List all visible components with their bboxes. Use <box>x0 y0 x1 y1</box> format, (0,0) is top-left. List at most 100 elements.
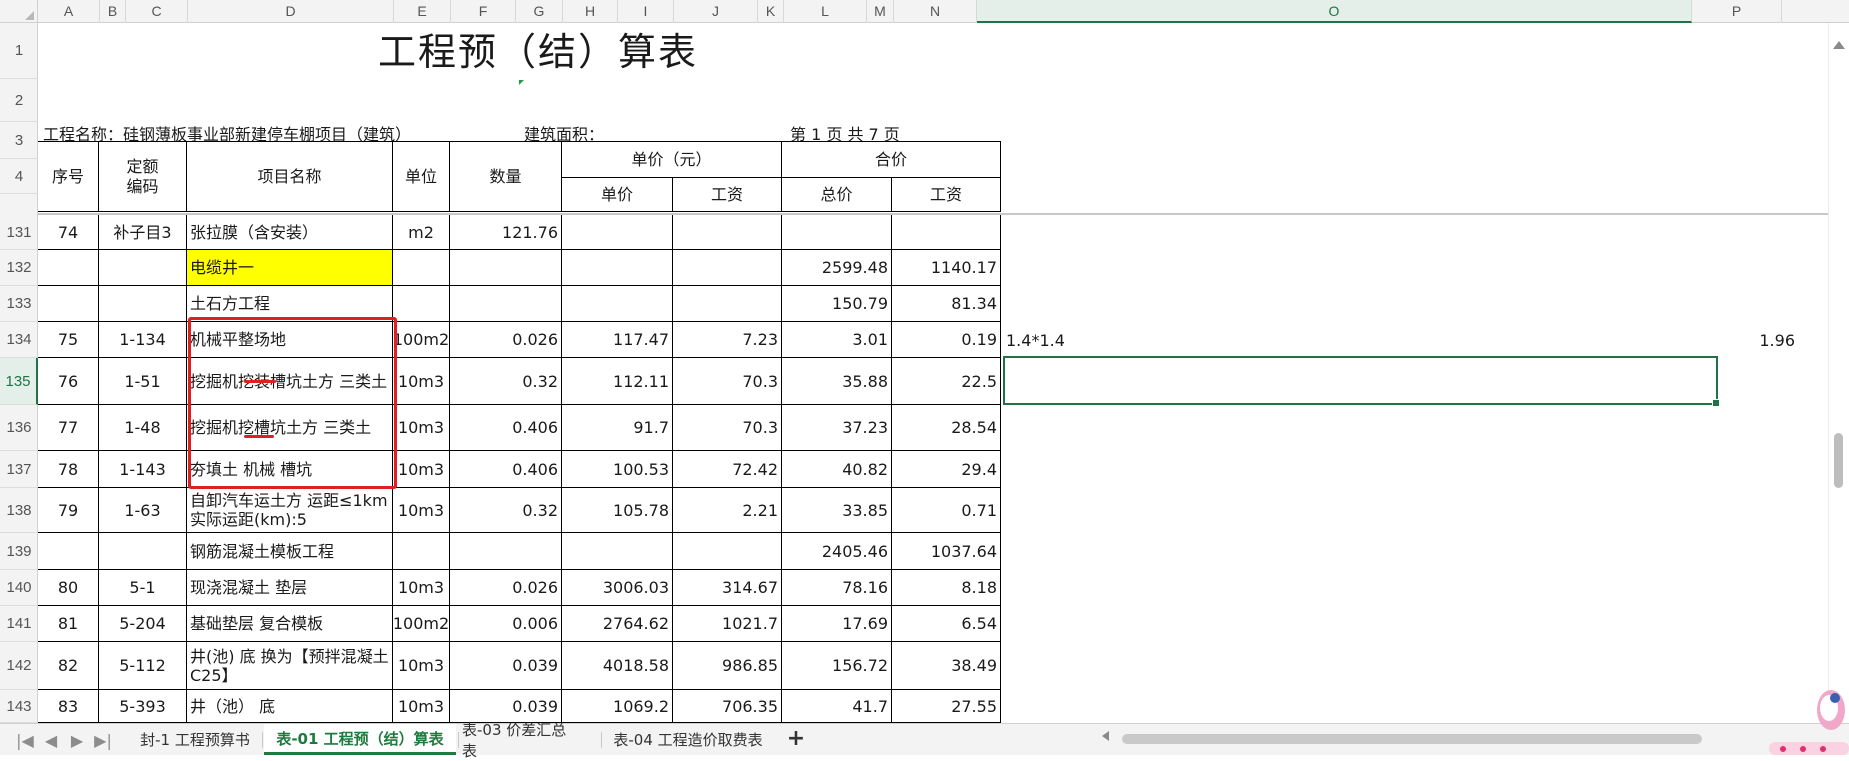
cell-code-133[interactable] <box>98 285 187 322</box>
cell-code-138[interactable]: 1-63 <box>98 487 187 533</box>
scroll-up-icon[interactable] <box>1833 41 1845 49</box>
cell-code-131[interactable]: 补子目3 <box>98 214 187 250</box>
cell-price-140[interactable]: 3006.03 <box>561 569 673 606</box>
cell-seq-142[interactable]: 82 <box>38 641 99 690</box>
cell-total-133[interactable]: 150.79 <box>781 285 892 322</box>
next-sheet-button[interactable]: ▶ <box>66 729 88 751</box>
column-header-a[interactable]: A <box>38 0 100 23</box>
add-sheet-button[interactable]: + <box>784 727 808 751</box>
cell-total-142[interactable]: 156.72 <box>781 641 892 690</box>
cell-qty-142[interactable]: 0.039 <box>449 641 562 690</box>
cell-twage-143[interactable]: 27.55 <box>891 689 1001 723</box>
cell-price-142[interactable]: 4018.58 <box>561 641 673 690</box>
cell-unit-138[interactable]: 10m3 <box>392 487 450 533</box>
cell-wage-133[interactable] <box>672 285 782 322</box>
cell-seq-140[interactable]: 80 <box>38 569 99 606</box>
cell-total-134[interactable]: 3.01 <box>781 321 892 358</box>
fill-handle[interactable] <box>1712 399 1720 407</box>
cell-price-132[interactable] <box>561 249 673 286</box>
cell-price-134[interactable]: 117.47 <box>561 321 673 358</box>
row-header-136[interactable]: 136 <box>0 405 38 451</box>
cell-code-143[interactable]: 5-393 <box>98 689 187 723</box>
vertical-scrollbar[interactable] <box>1828 23 1849 723</box>
column-header-e[interactable]: E <box>394 0 451 23</box>
cell-twage-139[interactable]: 1037.64 <box>891 532 1001 570</box>
cell-seq-132[interactable] <box>38 249 99 286</box>
row-header-131[interactable]: 131 <box>0 215 38 250</box>
cell-name-143[interactable]: 井（池） 底 <box>186 689 393 723</box>
scroll-left-icon[interactable] <box>1102 731 1109 741</box>
cell-name-131[interactable]: 张拉膜（含安装） <box>186 214 393 250</box>
cell-qty-141[interactable]: 0.006 <box>449 605 562 642</box>
cell-wage-139[interactable] <box>672 532 782 570</box>
row-header-3[interactable]: 3 <box>0 122 38 159</box>
cell-name-141[interactable]: 基础垫层 复合模板 <box>186 605 393 642</box>
prev-sheet-button[interactable]: ◀ <box>40 729 62 751</box>
active-cell-selection[interactable] <box>1003 356 1720 407</box>
cell-twage-140[interactable]: 8.18 <box>891 569 1001 606</box>
cell-twage-137[interactable]: 29.4 <box>891 450 1001 488</box>
first-sheet-button[interactable]: |◀ <box>14 729 36 751</box>
cell-twage-134[interactable]: 0.19 <box>891 321 1001 358</box>
tab-cover[interactable]: 封-1 工程预算书 <box>128 724 262 755</box>
cell-unit-134[interactable]: 100m2 <box>392 321 450 358</box>
cell-twage-138[interactable]: 0.71 <box>891 487 1001 533</box>
cell-unit-136[interactable]: 10m3 <box>392 404 450 451</box>
row-header-132[interactable]: 132 <box>0 250 38 286</box>
cell-wage-143[interactable]: 706.35 <box>672 689 782 723</box>
cell-qty-137[interactable]: 0.406 <box>449 450 562 488</box>
cell-total-136[interactable]: 37.23 <box>781 404 892 451</box>
cell-seq-143[interactable]: 83 <box>38 689 99 723</box>
cell-price-133[interactable] <box>561 285 673 322</box>
column-header-h[interactable]: H <box>563 0 618 23</box>
column-header-p[interactable]: P <box>1692 0 1782 23</box>
row-header-133[interactable]: 133 <box>0 286 38 322</box>
cell-price-138[interactable]: 105.78 <box>561 487 673 533</box>
cell-price-141[interactable]: 2764.62 <box>561 605 673 642</box>
cell-qty-135[interactable]: 0.32 <box>449 357 562 405</box>
cell-wage-141[interactable]: 1021.7 <box>672 605 782 642</box>
cell-seq-134[interactable]: 75 <box>38 321 99 358</box>
cell-price-136[interactable]: 91.7 <box>561 404 673 451</box>
cell-twage-131[interactable] <box>891 214 1001 250</box>
tab-price-diff[interactable]: 表-03 价差汇总表 <box>462 721 580 760</box>
column-header-k[interactable]: K <box>758 0 784 23</box>
column-header-l[interactable]: L <box>784 0 867 23</box>
cell-unit-132[interactable] <box>392 249 450 286</box>
cell-seq-141[interactable]: 81 <box>38 605 99 642</box>
cell-unit-140[interactable]: 10m3 <box>392 569 450 606</box>
row-header-2[interactable]: 2 <box>0 79 38 122</box>
cell-unit-142[interactable]: 10m3 <box>392 641 450 690</box>
cell-seq-131[interactable]: 74 <box>38 214 99 250</box>
cell-wage-136[interactable]: 70.3 <box>672 404 782 451</box>
note-p134[interactable]: 1.96 <box>1718 323 1798 357</box>
cell-seq-138[interactable]: 79 <box>38 487 99 533</box>
cell-wage-142[interactable]: 986.85 <box>672 641 782 690</box>
cell-seq-137[interactable]: 78 <box>38 450 99 488</box>
cell-unit-133[interactable] <box>392 285 450 322</box>
row-header-139[interactable]: 139 <box>0 533 38 570</box>
cell-qty-139[interactable] <box>449 532 562 570</box>
cell-name-140[interactable]: 现浇混凝土 垫层 <box>186 569 393 606</box>
cell-code-137[interactable]: 1-143 <box>98 450 187 488</box>
cell-wage-137[interactable]: 72.42 <box>672 450 782 488</box>
row-header-1[interactable]: 1 <box>0 23 38 79</box>
cell-total-139[interactable]: 2405.46 <box>781 532 892 570</box>
cell-code-136[interactable]: 1-48 <box>98 404 187 451</box>
cell-qty-131[interactable]: 121.76 <box>449 214 562 250</box>
cell-seq-139[interactable] <box>38 532 99 570</box>
cell-seq-136[interactable]: 77 <box>38 404 99 451</box>
cell-name-142[interactable]: 井(池) 底 换为【预拌混凝土 C25】 <box>186 641 393 690</box>
column-header-g[interactable]: G <box>516 0 563 23</box>
cell-twage-136[interactable]: 28.54 <box>891 404 1001 451</box>
cell-name-138[interactable]: 自卸汽车运土方 运距≤1km 实际运距(km):5 <box>186 487 393 533</box>
cell-name-132[interactable]: 电缆井一 <box>186 249 393 286</box>
row-header-137[interactable]: 137 <box>0 451 38 488</box>
row-header-138[interactable]: 138 <box>0 488 38 533</box>
row-header-140[interactable]: 140 <box>0 570 38 606</box>
column-header-f[interactable]: F <box>451 0 516 23</box>
cell-price-135[interactable]: 112.11 <box>561 357 673 405</box>
cell-qty-140[interactable]: 0.026 <box>449 569 562 606</box>
cell-twage-132[interactable]: 1140.17 <box>891 249 1001 286</box>
cell-total-143[interactable]: 41.7 <box>781 689 892 723</box>
